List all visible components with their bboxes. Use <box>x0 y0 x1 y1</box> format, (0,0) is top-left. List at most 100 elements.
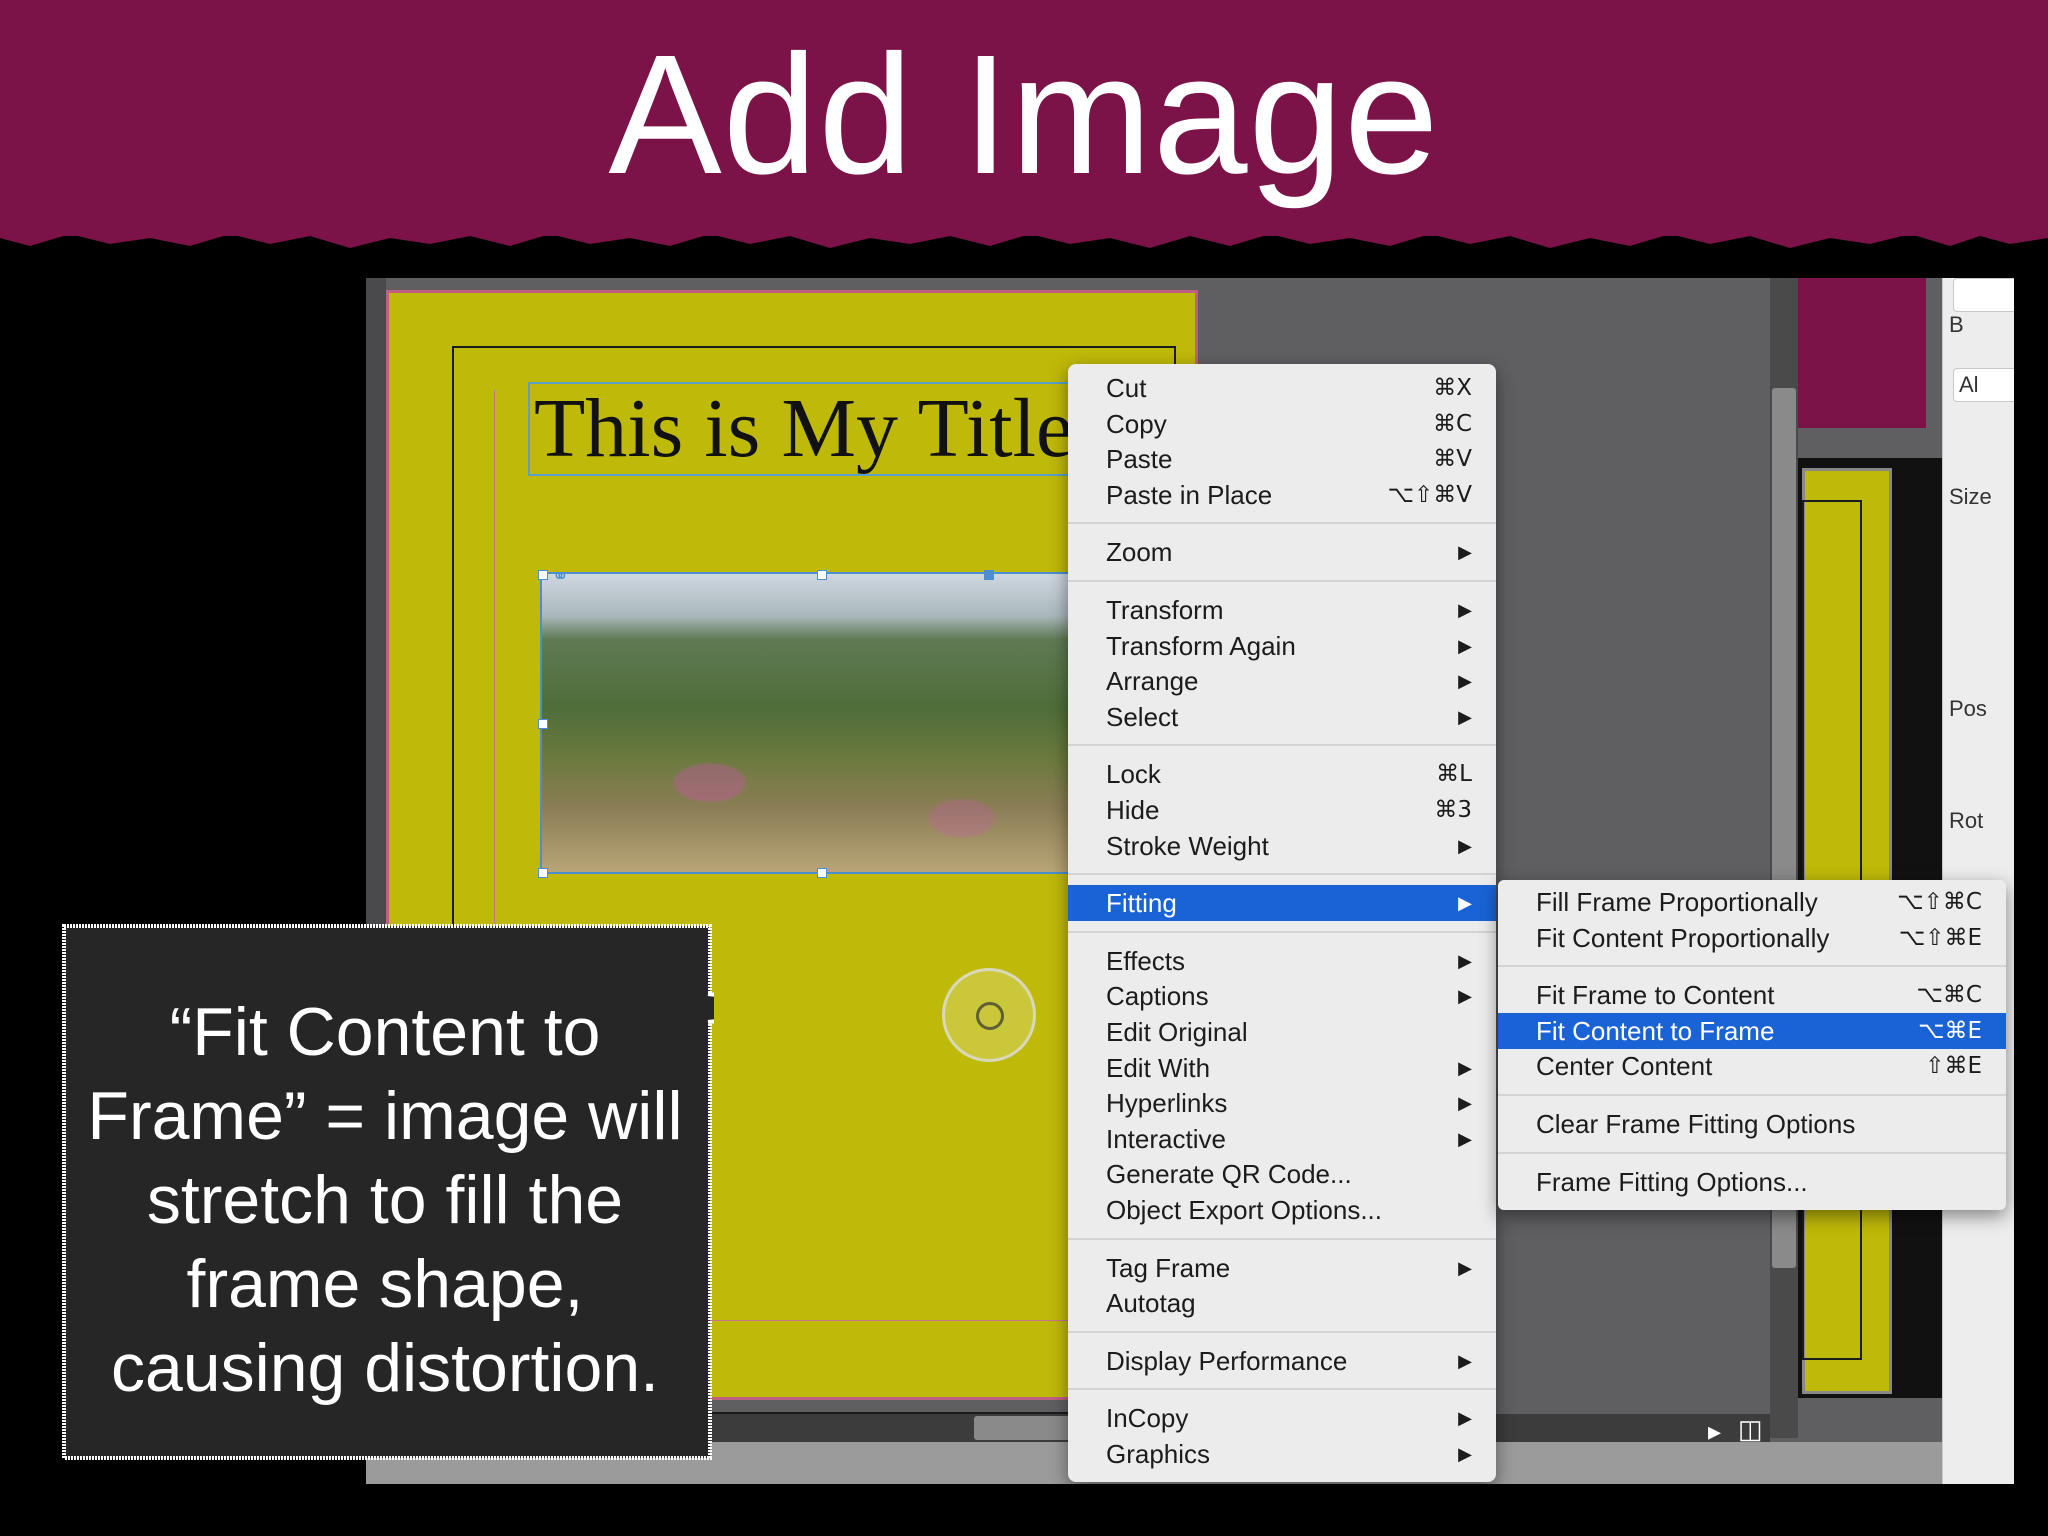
slide-title: Add Image <box>608 20 1440 210</box>
menu-item-hyperlinks[interactable]: Hyperlinks ▶ <box>1068 1085 1496 1121</box>
frame-handle-top-left[interactable] <box>538 570 548 580</box>
menu-item-autotag[interactable]: Autotag <box>1068 1285 1496 1321</box>
menu-item-label: Edit With <box>1106 1052 1211 1083</box>
menu-separator <box>1068 930 1496 933</box>
menu-item-label: Tag Frame <box>1106 1252 1231 1283</box>
menu-separator <box>1068 1237 1496 1240</box>
menu-separator <box>1068 744 1496 747</box>
menu-item-label: Captions <box>1106 981 1209 1012</box>
menu-item-display-performance[interactable]: Display Performance ▶ <box>1068 1343 1496 1379</box>
menu-item-interactive[interactable]: Interactive ▶ <box>1068 1121 1496 1157</box>
landscape-photo <box>542 574 1102 872</box>
menu-item-label: Lock <box>1106 759 1161 790</box>
menu-item-fitting[interactable]: Fitting ▶ <box>1068 885 1496 922</box>
menu-item-paste-in-place[interactable]: Paste in Place ⌥⇧⌘V <box>1068 477 1496 513</box>
menu-item-generate-qr-code[interactable]: Generate QR Code... <box>1068 1156 1496 1192</box>
menu-item-label: Generate QR Code... <box>1106 1159 1352 1190</box>
menu-item-label: Hyperlinks <box>1106 1088 1228 1119</box>
menu-item-copy[interactable]: Copy ⌘C <box>1068 406 1496 442</box>
menu-item-clear-frame-fitting-options[interactable]: Clear Frame Fitting Options <box>1498 1106 2006 1142</box>
menu-item-edit-with[interactable]: Edit With ▶ <box>1068 1050 1496 1086</box>
menu-item-arrange[interactable]: Arrange ▶ <box>1068 663 1496 699</box>
panel-label-size: Size <box>1949 484 1992 509</box>
menu-item-label: Fit Content Proportionally <box>1536 922 1830 953</box>
menu-item-transform[interactable]: Transform ▶ <box>1068 592 1496 628</box>
menu-item-label: Fit Frame to Content <box>1536 980 1775 1011</box>
triangle-right-icon: ▶ <box>1458 835 1472 856</box>
menu-item-shortcut: ⇧⌘E <box>1925 1053 1982 1080</box>
menu-item-graphics[interactable]: Graphics ▶ <box>1068 1436 1496 1472</box>
menu-item-effects[interactable]: Effects ▶ <box>1068 943 1496 979</box>
frame-handle-middle-left[interactable] <box>538 719 548 729</box>
split-view-icon[interactable]: ◫ <box>1738 1414 1763 1445</box>
menu-item-fit-frame-to-content[interactable]: Fit Frame to Content ⌥⌘C <box>1498 977 2006 1013</box>
frame-handle-bottom-center[interactable] <box>817 868 827 878</box>
menu-item-label: Center Content <box>1536 1051 1713 1082</box>
document-title-text-frame[interactable]: This is My Title! <box>528 382 1108 476</box>
panel-field-top[interactable] <box>1953 278 2014 312</box>
menu-item-label: Clear Frame Fitting Options <box>1536 1109 1856 1139</box>
menu-item-label: Fill Frame Proportionally <box>1536 887 1818 917</box>
frame-handle-top-center[interactable] <box>817 570 827 580</box>
menu-separator <box>1068 1330 1496 1333</box>
triangle-right-icon: ▶ <box>1458 671 1472 692</box>
callout-text: “Fit Content to Frame” = image will stre… <box>70 990 700 1410</box>
menu-item-shortcut: ⌘L <box>1436 761 1472 788</box>
callout-line: “Fit Content to <box>169 994 601 1070</box>
menu-item-stroke-weight[interactable]: Stroke Weight ▶ <box>1068 828 1496 864</box>
panel-label-b: B <box>1949 312 1964 337</box>
menu-item-label: Hide <box>1106 795 1160 825</box>
menu-item-label: InCopy <box>1106 1403 1189 1434</box>
link-icon[interactable]: ⚭ <box>552 564 569 589</box>
menu-separator <box>1068 1388 1496 1391</box>
adjacent-page-banner <box>1798 278 1926 428</box>
menu-item-hide[interactable]: Hide ⌘3 <box>1068 792 1496 828</box>
menu-item-incopy[interactable]: InCopy ▶ <box>1068 1400 1496 1436</box>
callout-line: stretch to fill the <box>146 1162 624 1238</box>
triangle-right-icon: ▶ <box>1458 1444 1472 1464</box>
triangle-right-icon: ▶ <box>1458 1257 1472 1278</box>
menu-item-label: Select <box>1106 701 1179 732</box>
menu-item-shortcut: ⌘3 <box>1434 797 1472 823</box>
fitting-submenu: Fill Frame Proportionally ⌥⇧⌘C Fit Content… <box>1498 880 2006 1210</box>
triangle-right-icon: ▶ <box>1458 986 1472 1007</box>
menu-item-label: Effects <box>1106 945 1186 976</box>
panel-label-align: Al <box>1959 372 1979 397</box>
menu-item-label: Interactive <box>1106 1123 1226 1154</box>
menu-item-fit-content-proportionally[interactable]: Fit Content Proportionally ⌥⇧⌘E <box>1498 920 2006 956</box>
menu-item-cut[interactable]: Cut ⌘X <box>1068 370 1496 406</box>
menu-item-transform-again[interactable]: Transform Again ▶ <box>1068 628 1496 664</box>
frame-handle-anchor[interactable] <box>984 570 994 580</box>
menu-item-tag-frame[interactable]: Tag Frame ▶ <box>1068 1250 1496 1286</box>
menu-item-shortcut: ⌘C <box>1432 410 1472 437</box>
menu-item-zoom[interactable]: Zoom ▶ <box>1068 534 1496 570</box>
menu-item-shortcut: ⌥⌘C <box>1916 982 1982 1009</box>
triangle-right-icon: ▶ <box>1458 635 1472 656</box>
menu-item-center-content[interactable]: Center Content ⇧⌘E <box>1498 1048 2006 1084</box>
menu-item-paste[interactable]: Paste ⌘V <box>1068 441 1496 477</box>
image-frame[interactable] <box>540 572 1104 1062</box>
menu-item-captions[interactable]: Captions ▶ <box>1068 978 1496 1014</box>
menu-item-lock[interactable]: Lock ⌘L <box>1068 756 1496 792</box>
menu-item-shortcut: ⌥⌘E <box>1917 1017 1982 1044</box>
menu-item-shortcut: ⌘X <box>1433 375 1472 401</box>
menu-item-label: Paste <box>1106 444 1173 475</box>
menu-item-select[interactable]: Select ▶ <box>1068 699 1496 735</box>
callout-line: frame shape, <box>186 1246 584 1322</box>
triangle-right-icon: ▶ <box>1458 542 1472 563</box>
menu-item-label: Transform <box>1106 595 1224 625</box>
menu-item-label: Edit Original <box>1106 1017 1248 1047</box>
frame-handle-bottom-left[interactable] <box>538 868 548 878</box>
content-grabber-icon[interactable] <box>942 968 1036 1062</box>
menu-item-label: Copy <box>1106 408 1167 439</box>
menu-item-shortcut: ⌥⇧⌘E <box>1898 924 1982 951</box>
menu-item-edit-original[interactable]: Edit Original <box>1068 1014 1496 1050</box>
menu-separator <box>1068 873 1496 876</box>
menu-item-fill-frame-proportionally[interactable]: Fill Frame Proportionally ⌥⇧⌘C <box>1498 884 2006 920</box>
menu-item-label: Stroke Weight <box>1106 830 1269 861</box>
menu-item-shortcut: ⌘V <box>1433 446 1472 473</box>
menu-item-label: Zoom <box>1106 537 1173 568</box>
menu-item-frame-fitting-options[interactable]: Frame Fitting Options... <box>1498 1164 2006 1200</box>
menu-item-fit-content-to-frame[interactable]: Fit Content to Frame ⌥⌘E <box>1498 1012 2006 1049</box>
menu-item-object-export-options[interactable]: Object Export Options... <box>1068 1192 1496 1228</box>
